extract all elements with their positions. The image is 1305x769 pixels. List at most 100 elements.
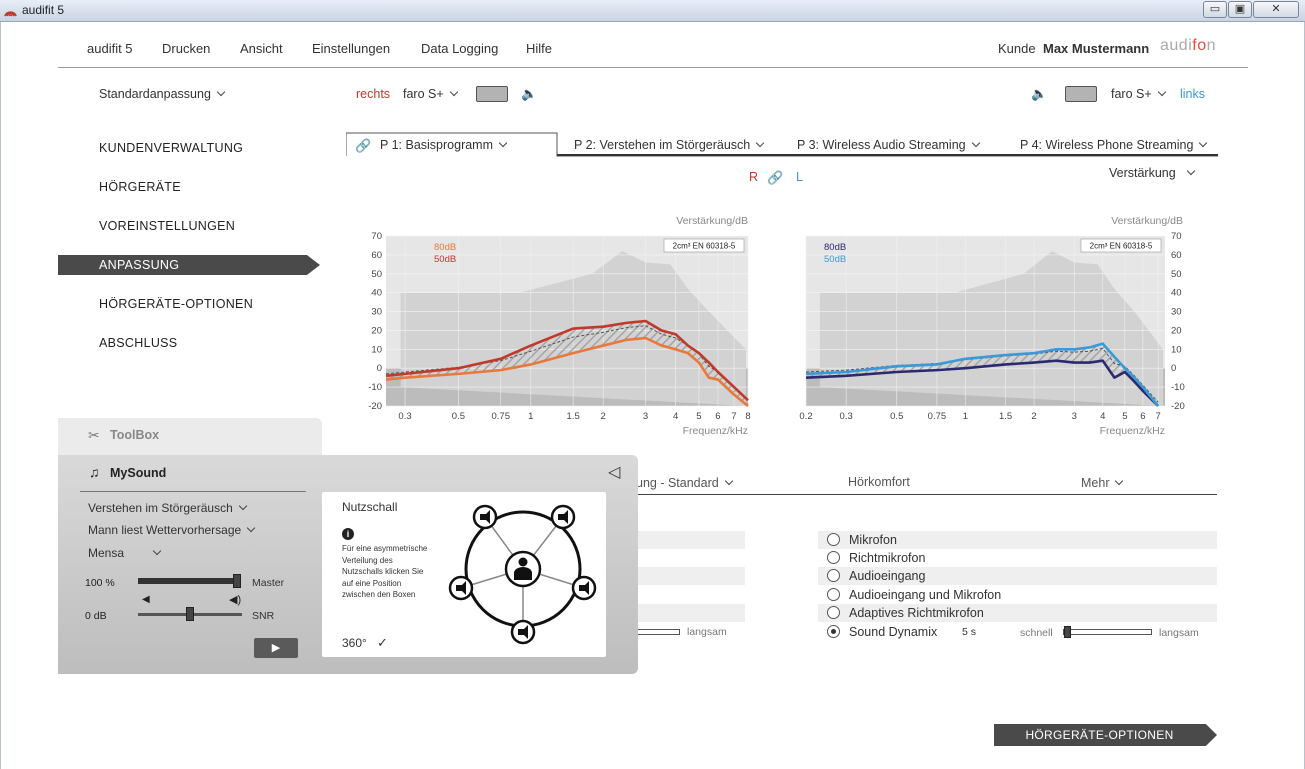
chevron-down-icon: [1186, 166, 1195, 176]
x-tick-label: 0.3: [840, 411, 853, 422]
nutzschall-title: Nutzschall: [342, 500, 398, 514]
speaker-right-icon-diagram[interactable]: [571, 575, 597, 601]
nav-anpassung[interactable]: ANPASSUNG: [99, 258, 179, 272]
situation-select[interactable]: Verstehen im Störgeräusch: [88, 501, 247, 515]
side-right-label: rechts: [356, 87, 391, 101]
scenario-select[interactable]: Mann liest Wettervorhersage: [88, 523, 256, 537]
gain-chart-right[interactable]: 80dB 50dB 70 60 50 40 30 20 10 0 -10 -20 0.3 0.5 0.75 1…: [346, 210, 756, 440]
tab-program-4[interactable]: P 4: Wireless Phone Streaming: [1020, 138, 1208, 152]
x-tick-label: 4: [673, 411, 678, 422]
hoergeraete-optionen-button[interactable]: HÖRGERÄTE-OPTIONEN: [994, 724, 1217, 746]
speaker-left-icon-diagram[interactable]: [448, 575, 474, 601]
link-icon[interactable]: 🔗: [355, 138, 371, 154]
section-tab-standard[interactable]: ung - Standard: [636, 476, 733, 490]
x-tick-label: 7: [1156, 411, 1161, 422]
menu-hilfe[interactable]: Hilfe: [526, 41, 552, 56]
chevron-down-icon: [1157, 87, 1166, 97]
collapse-icon[interactable]: ◁: [608, 462, 620, 482]
play-button[interactable]: ▶: [254, 638, 298, 658]
y-tick-label: 10: [371, 344, 382, 355]
y-tick-label: 10: [1171, 344, 1182, 355]
angle-value: 360°: [342, 636, 367, 650]
menu-data-logging[interactable]: Data Logging: [421, 41, 498, 56]
nav-hoergeraete[interactable]: HÖRGERÄTE: [99, 180, 181, 194]
tab-program-1[interactable]: P 1: Basisprogramm: [380, 138, 508, 152]
left-slow-label: langsam: [687, 626, 727, 638]
x-tick-label: 2: [601, 411, 606, 422]
environment-value: Mensa: [88, 546, 125, 560]
master-slider-thumb[interactable]: [233, 574, 241, 588]
option-sound-dynamix[interactable]: Sound Dynamix: [818, 623, 1217, 641]
option-audio-mikrofon[interactable]: Audioeingang und Mikrofon: [818, 586, 1217, 604]
menu-einstellungen[interactable]: Einstellungen: [312, 41, 390, 56]
y-tick-label: 0: [377, 363, 382, 374]
menu-audifit[interactable]: audifit 5: [87, 41, 133, 56]
x-tick-label: 5: [696, 411, 701, 422]
menu-drucken[interactable]: Drucken: [162, 41, 210, 56]
speaker-left-icon[interactable]: 🔈: [1031, 86, 1047, 102]
dynamix-slider-thumb[interactable]: [1064, 626, 1071, 638]
chevron-down-icon: [724, 476, 733, 486]
speaker-front-left-icon[interactable]: [472, 504, 498, 530]
kunde-label: Kunde: [998, 41, 1036, 56]
nav-hoergeraete-optionen[interactable]: HÖRGERÄTE-OPTIONEN: [99, 297, 253, 311]
fitting-mode-select[interactable]: Standardanpassung: [99, 87, 226, 101]
section-tab-mehr[interactable]: Mehr: [1081, 476, 1124, 490]
tab-program-2[interactable]: P 2: Verstehen im Störgeräusch: [574, 138, 765, 152]
section-tab-hoerkomfort[interactable]: Hörkomfort: [848, 475, 910, 489]
view-select[interactable]: Verstärkung: [1109, 166, 1195, 180]
sound-direction-diagram[interactable]: [448, 500, 600, 645]
nav-abschluss[interactable]: ABSCHLUSS: [99, 336, 177, 350]
radio-richtmikrofon[interactable]: [827, 551, 840, 564]
chart-svg: 80dB50dB 70 60 50 40 30 20 10 0 -10 -20 0.2 0.3 0.5 0.…: [799, 215, 1184, 437]
window-titlebar: audifit 5 ▭ ▣ ✕: [0, 0, 1305, 22]
option-richtmikrofon[interactable]: Richtmikrofon: [818, 549, 1217, 567]
side-left-label: links: [1180, 87, 1206, 101]
speaker-front-right-icon[interactable]: [550, 504, 576, 530]
mysound-title[interactable]: MySound: [110, 466, 166, 480]
snr-slider-thumb[interactable]: [186, 607, 194, 621]
device-left-status[interactable]: [1065, 86, 1097, 102]
option-mikrofon-label: Mikrofon: [849, 533, 897, 547]
radio-audioeingang[interactable]: [827, 569, 840, 582]
radio-sound-dynamix[interactable]: [827, 625, 840, 638]
tab-program-3[interactable]: P 3: Wireless Audio Streaming: [797, 138, 980, 152]
master-value: 100 %: [85, 577, 115, 589]
device-right-status[interactable]: [476, 86, 508, 102]
y-tick-label: 70: [371, 231, 382, 242]
situation-value: Verstehen im Störgeräusch: [88, 501, 233, 515]
check-icon[interactable]: ✓: [377, 635, 388, 651]
radio-adaptives[interactable]: [827, 606, 840, 619]
close-button[interactable]: ✕: [1253, 1, 1299, 18]
snr-label: SNR: [252, 610, 275, 622]
minimize-button[interactable]: ▭: [1203, 1, 1227, 18]
link-sides-icon[interactable]: 🔗: [767, 170, 783, 186]
radio-audio-mikrofon[interactable]: [827, 588, 840, 601]
legend-50dB: 50dB: [434, 254, 456, 265]
gain-chart-left[interactable]: 80dB 50dB 70 60 50 40 30 20 10 0 -10 -20 0.2 0.3 0.5 0.…: [790, 210, 1205, 440]
link-r-label: R: [749, 170, 759, 184]
toolbox-title[interactable]: ToolBox: [110, 428, 159, 442]
option-audioeingang[interactable]: Audioeingang: [818, 567, 1217, 585]
tab-program-2-label: P 2: Verstehen im Störgeräusch: [574, 138, 751, 152]
option-mikrofon[interactable]: Mikrofon: [818, 531, 1217, 549]
window-title: audifit 5: [22, 3, 65, 17]
master-slider[interactable]: [138, 578, 240, 584]
dynamix-slider[interactable]: [1063, 629, 1152, 635]
option-adaptives-richtmikrofon[interactable]: Adaptives Richtmikrofon: [818, 604, 1217, 622]
speaker-right-icon[interactable]: 🔈: [521, 86, 537, 102]
speaker-rear-icon[interactable]: [510, 619, 536, 645]
device-right-select[interactable]: faro S+: [403, 87, 458, 101]
kunde-name[interactable]: Max Mustermann: [1043, 41, 1149, 56]
x-tick-label: 6: [1140, 411, 1145, 422]
device-left-select[interactable]: faro S+: [1111, 87, 1166, 101]
x-tick-label: 1.5: [999, 411, 1012, 422]
option-sound-dynamix-label: Sound Dynamix: [849, 625, 938, 639]
menu-ansicht[interactable]: Ansicht: [240, 41, 283, 56]
restore-button[interactable]: ▣: [1228, 1, 1252, 18]
environment-select[interactable]: Mensa: [88, 546, 162, 560]
nav-kundenverwaltung[interactable]: KUNDENVERWALTUNG: [99, 141, 243, 155]
tab-program-1-label: P 1: Basisprogramm: [380, 138, 494, 152]
nav-voreinstellungen[interactable]: VOREINSTELLUNGEN: [99, 219, 235, 233]
radio-mikrofon[interactable]: [827, 533, 840, 546]
